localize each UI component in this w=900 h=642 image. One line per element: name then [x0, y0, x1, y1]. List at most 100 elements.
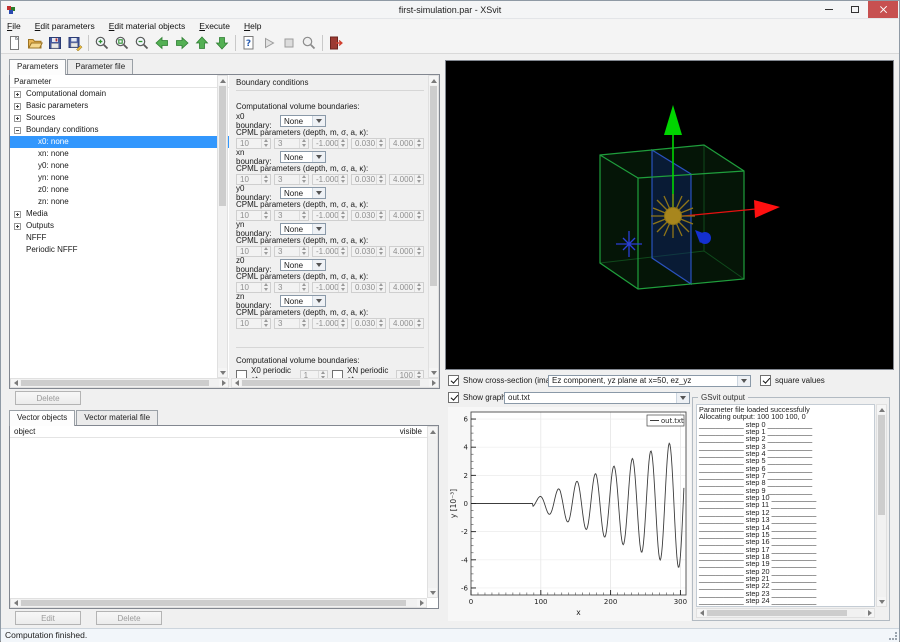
spinner-arrows[interactable] [376, 211, 385, 220]
scroll-thumb[interactable] [878, 415, 885, 515]
tab-vector-material-file[interactable]: Vector material file [76, 410, 158, 425]
save-file-as-button[interactable] [65, 33, 85, 53]
scroll-thumb[interactable] [21, 380, 209, 386]
zn-cpml-param-4[interactable]: 4.000 [389, 318, 424, 329]
3d-viewport[interactable] [445, 60, 894, 370]
spinner-arrows[interactable] [338, 211, 347, 220]
scroll-right-icon[interactable] [865, 609, 874, 617]
open-file-button[interactable] [25, 33, 45, 53]
spinner-arrows[interactable] [261, 247, 270, 256]
stop-computation-button[interactable] [279, 33, 299, 53]
scroll-up-icon[interactable] [218, 76, 227, 85]
y0-cpml-param-3[interactable]: 0.030 [351, 210, 386, 221]
tree-item-z0-none[interactable]: z0: none [10, 184, 229, 196]
zoom-out-button[interactable] [132, 33, 152, 53]
tree-item-x0-none[interactable]: x0: none [10, 136, 229, 148]
menu-edit-parameters[interactable]: Edit parameters [35, 21, 95, 31]
new-file-button[interactable] [5, 33, 25, 53]
tree-item-nfff[interactable]: NFFF [10, 232, 229, 244]
quit-gl-button[interactable] [326, 33, 346, 53]
zn-cpml-param-2[interactable]: -1.000 [312, 318, 348, 329]
save-file-button[interactable] [45, 33, 65, 53]
move-left-button[interactable] [152, 33, 172, 53]
tree-item-xn-none[interactable]: xn: none [10, 148, 229, 160]
spinner-arrows[interactable] [261, 175, 270, 184]
yn-cpml-param-2[interactable]: -1.000 [312, 246, 348, 257]
tab-parameter-file[interactable]: Parameter file [67, 59, 133, 74]
menu-edit-material-objects[interactable]: Edit material objects [109, 21, 186, 31]
spinner-arrows[interactable] [299, 283, 308, 292]
expand-icon[interactable] [14, 211, 21, 218]
log-horizontal-scrollbar[interactable] [696, 608, 875, 618]
tree-item-boundary-conditions[interactable]: Boundary conditions [10, 124, 229, 136]
scroll-right-icon[interactable] [429, 379, 438, 387]
show-cross-section-checkbox[interactable] [448, 375, 459, 386]
vector-horizontal-scrollbar[interactable] [10, 598, 427, 608]
expand-icon[interactable] [14, 115, 21, 122]
y0-cpml-param-2[interactable]: -1.000 [312, 210, 348, 221]
spinner-arrows[interactable] [299, 247, 308, 256]
close-button[interactable] [868, 1, 898, 18]
zn-cpml-param-1[interactable]: 3 [274, 318, 309, 329]
expand-icon[interactable] [14, 103, 21, 110]
dropdown-button[interactable] [312, 152, 325, 162]
zn-boundary-select[interactable]: None [280, 295, 326, 307]
zn-cpml-param-3[interactable]: 0.030 [351, 318, 386, 329]
scroll-left-icon[interactable] [11, 379, 20, 387]
zoom-in-button[interactable] [92, 33, 112, 53]
spinner-arrows[interactable] [338, 319, 347, 328]
spinner-arrows[interactable] [414, 283, 423, 292]
spinner-arrows[interactable] [414, 371, 423, 379]
scroll-thumb[interactable] [430, 86, 437, 286]
scroll-thumb[interactable] [707, 610, 847, 616]
scroll-right-icon[interactable] [219, 379, 228, 387]
show-graph-checkbox[interactable] [448, 392, 459, 403]
spinner-arrows[interactable] [338, 139, 347, 148]
move-right-button[interactable] [172, 33, 192, 53]
x0-cpml-param-4[interactable]: 4.000 [389, 138, 424, 149]
edit-object-button[interactable]: Edit [15, 611, 81, 625]
yn-cpml-param-4[interactable]: 4.000 [389, 246, 424, 257]
spinner-arrows[interactable] [299, 175, 308, 184]
inspect-button[interactable] [299, 33, 319, 53]
collapse-icon[interactable] [14, 127, 21, 134]
check-parameters-button[interactable]: ? [239, 33, 259, 53]
scroll-left-icon[interactable] [11, 599, 20, 607]
run-computation-button[interactable] [259, 33, 279, 53]
expand-icon[interactable] [14, 223, 21, 230]
move-up-button[interactable] [192, 33, 212, 53]
xn-cpml-param-1[interactable]: 3 [274, 174, 309, 185]
menu-help[interactable]: Help [244, 21, 261, 31]
yn-boundary-select[interactable]: None [280, 223, 326, 235]
xn-periodic-value[interactable]: 100 [396, 370, 424, 379]
y0-cpml-param-0[interactable]: 10 [236, 210, 271, 221]
xn-boundary-select[interactable]: None [280, 151, 326, 163]
z0-cpml-param-2[interactable]: -1.000 [312, 282, 348, 293]
tree-item-y0-none[interactable]: y0: none [10, 160, 229, 172]
dropdown-button[interactable] [312, 116, 325, 126]
spinner-arrows[interactable] [318, 371, 327, 379]
scroll-up-icon[interactable] [877, 405, 886, 414]
z0-cpml-param-0[interactable]: 10 [236, 282, 271, 293]
spinner-arrows[interactable] [414, 247, 423, 256]
square-values-checkbox[interactable] [760, 375, 771, 386]
tree-item-basic-parameters[interactable]: Basic parameters [10, 100, 229, 112]
title-bar[interactable]: first-simulation.par - XSvit [1, 1, 899, 19]
log-vertical-scrollbar[interactable] [876, 404, 887, 607]
spinner-arrows[interactable] [414, 139, 423, 148]
spinner-arrows[interactable] [261, 283, 270, 292]
z0-boundary-select[interactable]: None [280, 259, 326, 271]
xn-cpml-param-0[interactable]: 10 [236, 174, 271, 185]
spinner-arrows[interactable] [376, 139, 385, 148]
spinner-arrows[interactable] [338, 283, 347, 292]
spinner-arrows[interactable] [414, 319, 423, 328]
spinner-arrows[interactable] [338, 247, 347, 256]
delete-object-button[interactable]: Delete [96, 611, 162, 625]
scroll-left-icon[interactable] [232, 379, 241, 387]
tree-item-media[interactable]: Media [10, 208, 229, 220]
x0-periodic-value[interactable]: 1 [300, 370, 328, 379]
x0-cpml-param-3[interactable]: 0.030 [351, 138, 386, 149]
spinner-arrows[interactable] [376, 175, 385, 184]
resize-grip[interactable] [889, 632, 897, 640]
xn-periodic-checkbox[interactable] [332, 370, 343, 379]
